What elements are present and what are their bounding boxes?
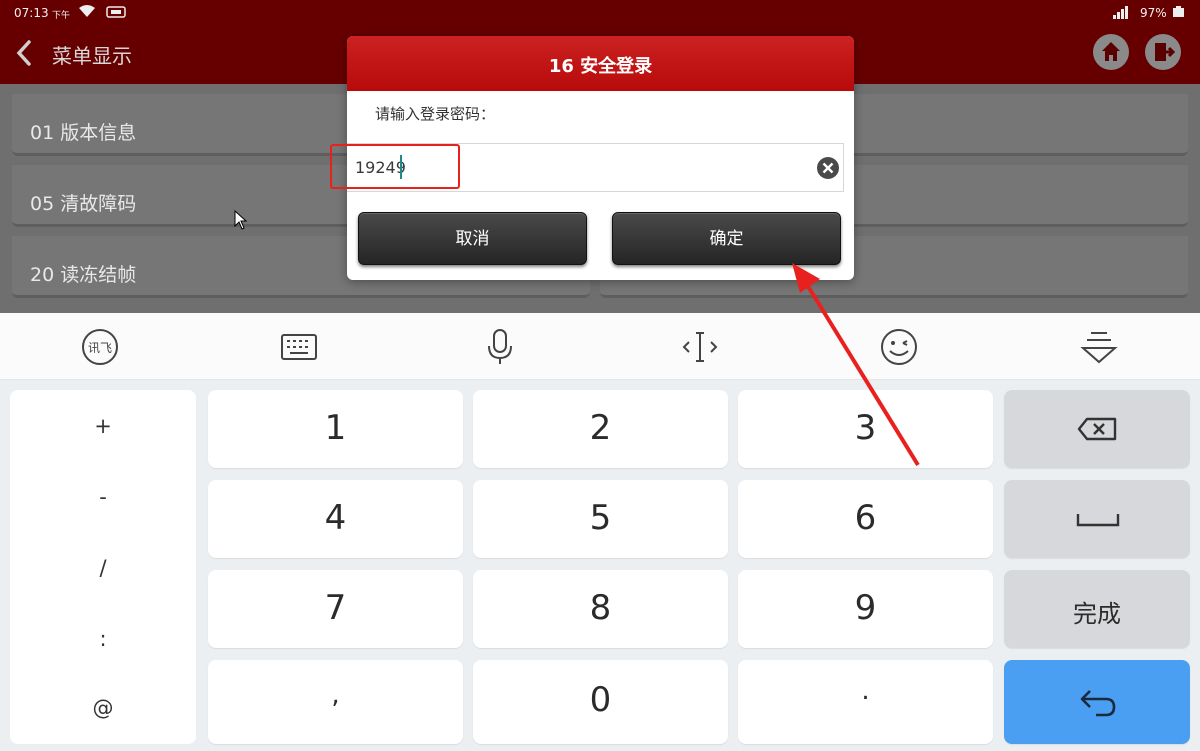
status-time: 07:13 bbox=[14, 6, 49, 20]
key-8[interactable]: 8 bbox=[473, 570, 728, 648]
key-6[interactable]: 6 bbox=[738, 480, 993, 558]
space-key[interactable] bbox=[1004, 480, 1190, 558]
key-comma[interactable]: , bbox=[208, 660, 463, 744]
home-button[interactable] bbox=[1093, 34, 1129, 70]
enter-key[interactable] bbox=[1004, 660, 1190, 744]
symbol-key-plus[interactable]: + bbox=[10, 414, 196, 438]
key-4[interactable]: 4 bbox=[208, 480, 463, 558]
key-7[interactable]: 7 bbox=[208, 570, 463, 648]
exit-icon bbox=[1155, 43, 1176, 61]
symbol-key-colon[interactable]: : bbox=[10, 627, 196, 651]
page-title: 菜单显示 bbox=[52, 44, 132, 68]
cursor-move-icon[interactable] bbox=[680, 328, 720, 366]
microphone-icon[interactable] bbox=[480, 328, 520, 366]
battery-icon bbox=[1173, 6, 1184, 17]
symbol-key-minus[interactable]: - bbox=[10, 485, 196, 509]
done-key[interactable]: 完成 bbox=[1004, 570, 1190, 648]
symbol-key-at[interactable]: @ bbox=[10, 696, 196, 720]
keyboard-toolbar: 讯飞 bbox=[0, 313, 1200, 380]
menu-item-label: 01 版本信息 bbox=[30, 122, 137, 144]
xunfei-logo-icon[interactable]: 讯飞 bbox=[80, 328, 120, 366]
exit-button[interactable] bbox=[1145, 34, 1181, 70]
key-2[interactable]: 2 bbox=[473, 390, 728, 468]
signal-icon bbox=[1113, 6, 1128, 19]
key-0[interactable]: 0 bbox=[473, 660, 728, 744]
symbol-column: + - / : @ bbox=[10, 390, 196, 744]
cancel-button[interactable]: 取消 bbox=[358, 212, 587, 265]
password-highlight-annotation bbox=[330, 144, 460, 189]
hide-keyboard-icon[interactable] bbox=[1079, 328, 1119, 366]
key-5[interactable]: 5 bbox=[473, 480, 728, 558]
key-9[interactable]: 9 bbox=[738, 570, 993, 648]
home-icon bbox=[1102, 42, 1120, 61]
backspace-icon bbox=[1077, 417, 1117, 441]
annotation-arrow bbox=[792, 263, 920, 467]
space-icon bbox=[1076, 514, 1120, 527]
symbol-key-slash[interactable]: / bbox=[10, 556, 196, 580]
backspace-key[interactable] bbox=[1004, 390, 1190, 468]
mouse-cursor-icon bbox=[234, 210, 248, 230]
key-period[interactable]: . bbox=[738, 660, 993, 744]
numeric-keyboard: + - / : @ 1 2 3 4 5 6 7 8 9 完成 , 0 . bbox=[0, 380, 1200, 751]
battery-percent: 97% bbox=[1140, 6, 1167, 20]
xunfei-logo-text: 讯飞 bbox=[88, 341, 112, 355]
password-prompt: 请输入登录密码： bbox=[375, 105, 496, 123]
clear-icon[interactable] bbox=[816, 156, 840, 180]
vci-connection-icon bbox=[106, 6, 126, 18]
wifi-icon bbox=[79, 5, 95, 17]
dialog-title: 16 安全登录 bbox=[347, 36, 854, 91]
status-bar: 07:13 下午 97% bbox=[0, 0, 1200, 26]
chevron-left-icon[interactable] bbox=[14, 39, 34, 67]
menu-item-label: 20 读冻结帧 bbox=[30, 264, 137, 286]
return-icon bbox=[1080, 690, 1116, 717]
keyboard-icon[interactable] bbox=[279, 328, 319, 366]
key-1[interactable]: 1 bbox=[208, 390, 463, 468]
menu-item-label: 05 清故障码 bbox=[30, 193, 137, 215]
status-ampm: 下午 bbox=[52, 11, 71, 21]
